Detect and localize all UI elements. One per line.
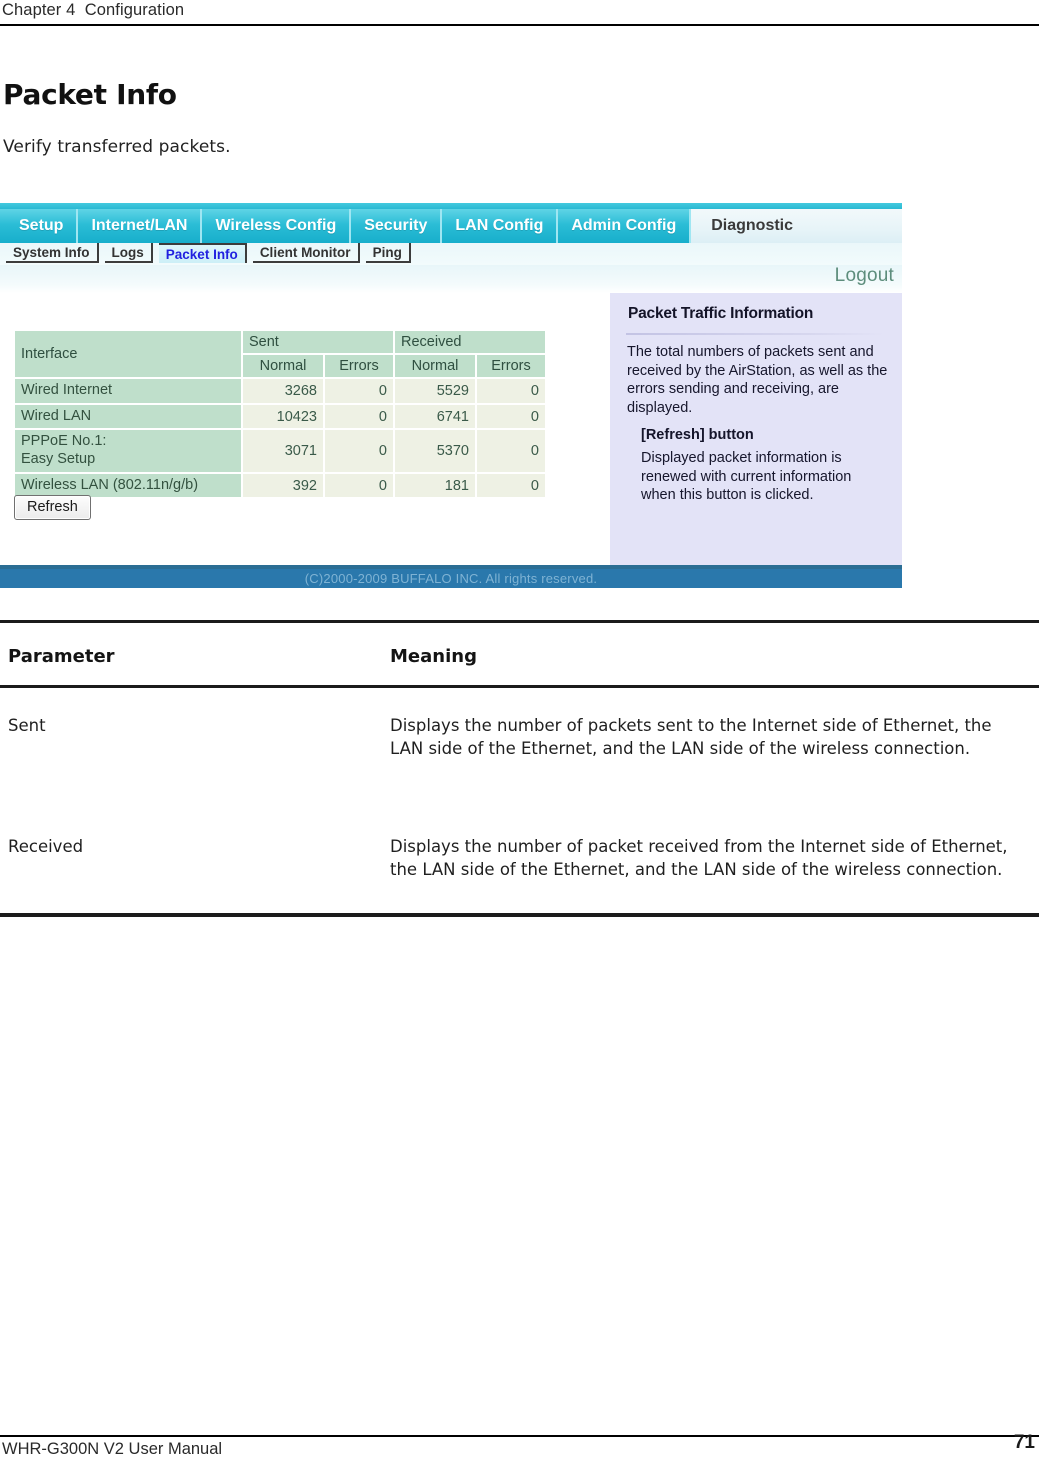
logout-link[interactable]: Logout [835, 265, 894, 287]
ui-footer-bar: (C)2000-2009 BUFFALO INC. All rights res… [0, 569, 902, 588]
tab-lan-config-label: LAN Config [455, 217, 544, 234]
subtab-logs-label: Logs [111, 245, 144, 260]
row-received-normal: 6741 [395, 404, 475, 429]
help-panel-subbody: Displayed packet information is renewed … [641, 450, 852, 504]
row-received-normal: 181 [395, 473, 475, 498]
subtab-logs[interactable]: Logs [104, 243, 153, 263]
row-sent-errors: 0 [325, 473, 393, 498]
subtab-system-info[interactable]: System Info [6, 243, 99, 263]
footer-page-number: 71 [1013, 1432, 1035, 1453]
help-panel-body: The total numbers of packets sent and re… [627, 344, 888, 416]
column-header-interface: Interface [15, 331, 241, 377]
router-admin-screenshot: Setup Internet/LAN Wireless Config Secur… [0, 203, 902, 588]
tab-diagnostic[interactable]: Diagnostic [691, 209, 902, 243]
tab-wireless-config-label: Wireless Config [215, 217, 337, 234]
help-panel-title: Packet Traffic Information [628, 305, 814, 322]
page-title: Packet Info [3, 78, 177, 111]
page-running-head: Chapter 4 Configuration [0, 0, 1039, 30]
row-received-errors: 0 [477, 430, 545, 472]
row-received-normal: 5370 [395, 430, 475, 472]
table-row: Wired Internet 3268 0 5529 0 [15, 379, 545, 403]
subtab-client-monitor-label: Client Monitor [259, 245, 351, 260]
meaning-column-header: Meaning [390, 646, 477, 667]
table-rule-bottom [0, 913, 1039, 917]
row-sent-normal: 10423 [243, 404, 323, 429]
tab-admin-config-label: Admin Config [571, 217, 677, 234]
column-header-received-normal: Normal [395, 355, 475, 377]
column-header-received-errors: Errors [477, 355, 545, 377]
row-received-errors: 0 [477, 379, 545, 403]
tab-admin-config[interactable]: Admin Config [558, 209, 692, 243]
row-sent-normal: 392 [243, 473, 323, 498]
main-tab-bar: Setup Internet/LAN Wireless Config Secur… [0, 209, 902, 243]
row-interface-name: PPPoE No.1: Easy Setup [15, 430, 241, 472]
row-sent-errors: 0 [325, 379, 393, 403]
row-sent-normal: 3071 [243, 430, 323, 472]
param-meaning-sent: Displays the number of packets sent to t… [390, 716, 992, 759]
param-name-sent: Sent [8, 716, 46, 735]
packet-traffic-table: Interface Sent Received Normal Errors No… [13, 329, 547, 499]
param-meaning-received: Displays the number of packet received f… [390, 837, 1008, 880]
row-interface-name: Wireless LAN (802.11n/g/b) [15, 473, 241, 498]
sub-tab-bar: System Info Logs Packet Info Client Moni… [0, 243, 902, 265]
tab-lan-config[interactable]: LAN Config [442, 209, 559, 243]
page-subtitle: Verify transferred packets. [3, 137, 231, 157]
subtab-system-info-label: System Info [13, 245, 90, 260]
tab-security[interactable]: Security [351, 209, 443, 243]
subtab-ping[interactable]: Ping [365, 243, 411, 263]
row-sent-errors: 0 [325, 430, 393, 472]
refresh-button[interactable]: Refresh [14, 495, 91, 520]
column-header-sent: Sent [243, 331, 393, 353]
subtab-client-monitor[interactable]: Client Monitor [252, 243, 360, 263]
tab-diagnostic-label: Diagnostic [711, 217, 794, 234]
row-interface-name: Wired LAN [15, 404, 241, 429]
ui-content-area: Interface Sent Received Normal Errors No… [0, 293, 902, 565]
footer-divider [0, 1435, 1039, 1437]
subtab-packet-info[interactable]: Packet Info [158, 243, 247, 263]
column-header-sent-errors: Errors [325, 355, 393, 377]
tab-wireless-config[interactable]: Wireless Config [202, 209, 352, 243]
footer-manual-title: WHR-G300N V2 User Manual [2, 1440, 223, 1458]
help-panel: Packet Traffic Information The total num… [610, 293, 902, 565]
table-header-row-1: Interface Sent Received [15, 331, 545, 377]
row-sent-normal: 3268 [243, 379, 323, 403]
table-row: PPPoE No.1: Easy Setup 3071 0 5370 0 [15, 430, 545, 472]
param-column-header: Parameter [8, 646, 115, 667]
table-row: Wireless LAN (802.11n/g/b) 392 0 181 0 [15, 473, 545, 498]
help-panel-divider [626, 333, 884, 335]
tab-internet-lan-label: Internet/LAN [91, 217, 188, 234]
row-received-errors: 0 [477, 404, 545, 429]
header-divider [0, 24, 1039, 26]
row-received-errors: 0 [477, 473, 545, 498]
subtab-packet-info-label: Packet Info [165, 247, 238, 262]
table-rule-top [0, 620, 1039, 623]
table-rule-middle [0, 685, 1039, 688]
ui-gradient-band [0, 265, 902, 293]
param-name-received: Received [8, 837, 84, 856]
running-head-text: Chapter 4 Configuration [2, 1, 185, 19]
row-sent-errors: 0 [325, 404, 393, 429]
tab-security-label: Security [364, 217, 428, 234]
column-header-sent-normal: Normal [243, 355, 323, 377]
column-header-received: Received [395, 331, 545, 353]
subtab-ping-label: Ping [372, 245, 402, 260]
tab-internet-lan[interactable]: Internet/LAN [78, 209, 203, 243]
tab-setup[interactable]: Setup [0, 209, 79, 243]
copyright-text: (C)2000-2009 BUFFALO INC. All rights res… [304, 571, 598, 586]
row-received-normal: 5529 [395, 379, 475, 403]
tab-setup-label: Setup [19, 217, 64, 234]
row-interface-name: Wired Internet [15, 379, 241, 403]
help-panel-subtitle: [Refresh] button [641, 427, 754, 443]
table-row: Wired LAN 10423 0 6741 0 [15, 404, 545, 429]
